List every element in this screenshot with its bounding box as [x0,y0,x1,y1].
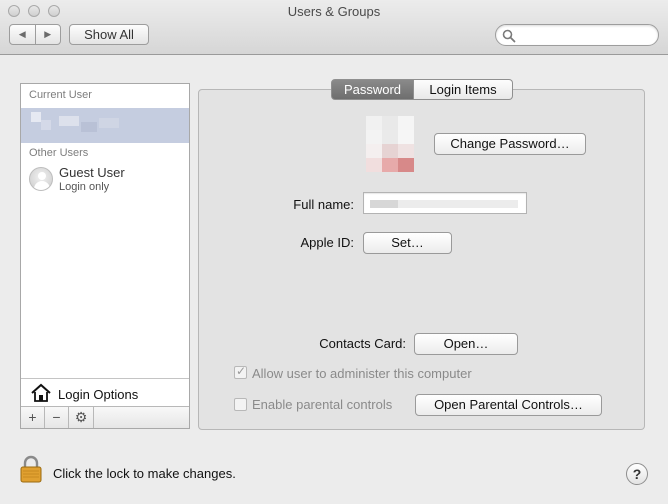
parental-controls-checkbox[interactable] [234,398,247,411]
login-options-item[interactable]: Login Options [21,378,189,406]
full-name-field[interactable] [363,192,527,214]
current-user-heading: Current User [29,89,92,101]
contacts-card-label: Contacts Card: [319,336,406,351]
guest-user-icon [29,167,53,191]
title-bar: Users & Groups ◀ ▶ Show All [0,0,668,55]
add-user-button[interactable]: + [21,407,45,428]
tab-login-items[interactable]: Login Items [414,79,513,100]
lock-icon[interactable] [20,455,42,483]
search-input[interactable] [495,24,659,46]
allow-admin-label: Allow user to administer this computer [252,366,472,381]
sidebar-action-bar: + − ⚙ [21,406,189,428]
window-title: Users & Groups [287,4,381,19]
full-name-label: Full name: [293,197,354,212]
parental-controls-label: Enable parental controls [252,397,393,412]
current-user-row[interactable] [21,108,189,143]
guest-user-name[interactable]: Guest User [59,165,125,180]
gear-icon[interactable]: ⚙ [69,407,94,428]
contacts-open-button[interactable]: Open… [414,333,518,355]
forward-button[interactable]: ▶ [34,25,61,44]
lock-message: Click the lock to make changes. [53,466,236,481]
show-all-button[interactable]: Show All [69,24,149,45]
open-parental-controls-button[interactable]: Open Parental Controls… [415,394,602,416]
change-password-button[interactable]: Change Password… [434,133,586,155]
users-sidebar: Current User Other Users Guest User Logi… [20,83,190,429]
login-options-label: Login Options [58,387,139,402]
user-picture[interactable] [366,116,414,172]
allow-admin-checkbox[interactable] [234,364,247,379]
other-users-heading: Other Users [29,147,89,159]
house-icon [31,383,51,402]
tab-password[interactable]: Password [331,79,414,100]
back-button[interactable]: ◀ [10,25,35,44]
apple-id-label: Apple ID: [300,235,354,250]
back-forward-control: ◀ ▶ [9,24,61,45]
set-apple-id-button[interactable]: Set… [363,232,452,254]
help-button[interactable]: ? [626,463,648,485]
tab-bar: Password Login Items [331,79,513,100]
search-icon [502,29,516,43]
guest-user-subtitle: Login only [59,181,110,193]
remove-user-button[interactable]: − [45,407,69,428]
avatar [31,112,41,122]
